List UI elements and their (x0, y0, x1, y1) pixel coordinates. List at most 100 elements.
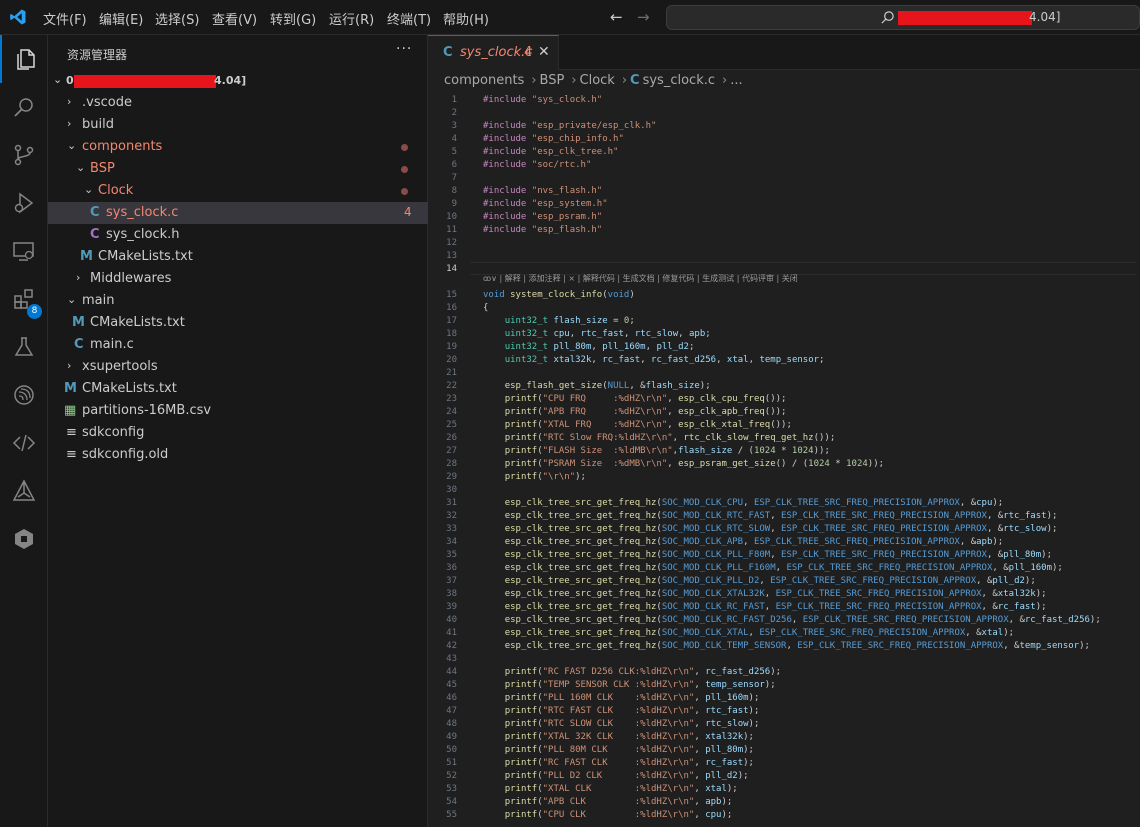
activity-espressif[interactable] (0, 371, 48, 419)
code-line[interactable]: 52 printf("PLL D2 CLK :%ldHZ\r\n", pll_d… (428, 770, 1140, 783)
menu-run[interactable]: 运行(R) (329, 9, 374, 28)
tree-item-partitions-csv[interactable]: ▦ partitions-16MB.csv (48, 400, 428, 422)
code-editor[interactable]: ꝏ∨ | 解释 | 添加注释 | × | 解释代码 | 生成文档 | 修复代码 … (428, 92, 1140, 827)
code-line[interactable]: 1 #include "sys_clock.h" (428, 94, 1140, 107)
code-line[interactable]: 31 esp_clk_tree_src_get_freq_hz(SOC_MOD_… (428, 497, 1140, 510)
tree-root-folder[interactable]: ⌄ 0 4.04] (48, 70, 428, 92)
activity-remote-explorer[interactable] (0, 227, 48, 275)
code-line[interactable]: 6 #include "soc/rtc.h" (428, 159, 1140, 172)
menu-selection[interactable]: 选择(S) (155, 9, 199, 28)
breadcrumb-clock[interactable]: Clock (580, 73, 615, 88)
code-line[interactable]: 49 printf("XTAL 32K CLK :%ldHZ\r\n", xta… (428, 731, 1140, 744)
code-line[interactable]: 43 (428, 653, 1140, 666)
code-line[interactable]: 24 printf("APB FRQ :%dHZ\r\n", esp_clk_a… (428, 406, 1140, 419)
close-icon[interactable]: ✕ (538, 44, 550, 60)
code-line[interactable]: 55 printf("CPU CLK :%ldHZ\r\n", cpu); (428, 809, 1140, 822)
code-line[interactable]: 23 printf("CPU FRQ :%dHZ\r\n", esp_clk_c… (428, 393, 1140, 406)
code-line[interactable]: 50 printf("PLL 80M CLK :%ldHZ\r\n", pll_… (428, 744, 1140, 757)
code-line[interactable]: 4 #include "esp_chip_info.h" (428, 133, 1140, 146)
code-line[interactable]: 28 printf("PSRAM Size :%dMB\r\n", esp_ps… (428, 458, 1140, 471)
code-line[interactable]: 29 printf("\r\n"); (428, 471, 1140, 484)
tree-item-main-cmakelists[interactable]: M CMakeLists.txt (48, 312, 428, 334)
breadcrumb-symbol[interactable]: ... (730, 73, 742, 88)
menu-help[interactable]: 帮助(H) (443, 9, 489, 28)
tree-item-xsupertools[interactable]: › xsupertools (48, 356, 428, 378)
activity-run-debug[interactable] (0, 179, 48, 227)
menu-terminal[interactable]: 终端(T) (387, 9, 431, 28)
code-line[interactable]: 21 (428, 367, 1140, 380)
code-line[interactable]: 16 { (428, 302, 1140, 315)
tree-item-components[interactable]: ⌄ components (48, 136, 428, 158)
code-line[interactable]: 12 (428, 237, 1140, 250)
menu-go[interactable]: 转到(G) (270, 9, 316, 28)
code-line[interactable]: 27 printf("FLASH Size :%ldMB\r\n",flash_… (428, 445, 1140, 458)
menu-file[interactable]: 文件(F) (43, 9, 87, 28)
code-line[interactable]: 48 printf("RTC SLOW CLK :%ldHZ\r\n", rtc… (428, 718, 1140, 731)
code-line[interactable]: 8 #include "nvs_flash.h" (428, 185, 1140, 198)
breadcrumb-components[interactable]: components (444, 73, 524, 88)
code-line[interactable]: 19 uint32_t pll_80m, pll_160m, pll_d2; (428, 341, 1140, 354)
code-line[interactable]: 22 esp_flash_get_size(NULL, &flash_size)… (428, 380, 1140, 393)
tree-item-sdkconfig-old[interactable]: ≡ sdkconfig.old (48, 444, 428, 466)
editor-scrollbar[interactable] (1136, 92, 1140, 827)
code-line[interactable]: 26 printf("RTC Slow FRQ:%ldHZ\r\n", rtc_… (428, 432, 1140, 445)
tree-item-sys-clock-h[interactable]: C sys_clock.h (48, 224, 428, 246)
activity-extensions[interactable]: 8 (0, 275, 48, 323)
activity-search[interactable] (0, 83, 48, 131)
tree-item-sys-clock-c[interactable]: C sys_clock.c 4 (48, 202, 428, 224)
code-line[interactable]: 3 #include "esp_private/esp_clk.h" (428, 120, 1140, 133)
code-line[interactable]: 51 printf("RC FAST CLK :%ldHZ\r\n", rc_f… (428, 757, 1140, 770)
code-line[interactable]: 17 uint32_t flash_size = 0; (428, 315, 1140, 328)
breadcrumb-bsp[interactable]: BSP (540, 73, 565, 88)
code-line[interactable]: 2 (428, 107, 1140, 120)
code-line[interactable]: 40 esp_clk_tree_src_get_freq_hz(SOC_MOD_… (428, 614, 1140, 627)
tab-sys-clock-c[interactable]: C sys_clock.c 4 ✕ (428, 35, 559, 70)
code-line[interactable]: 5 #include "esp_clk_tree.h" (428, 146, 1140, 159)
code-line[interactable]: 42 esp_clk_tree_src_get_freq_hz(SOC_MOD_… (428, 640, 1140, 653)
activity-source-control[interactable] (0, 131, 48, 179)
code-line[interactable]: 34 esp_clk_tree_src_get_freq_hz(SOC_MOD_… (428, 536, 1140, 549)
activity-cmake[interactable] (0, 467, 48, 515)
activity-testing[interactable] (0, 323, 48, 371)
code-line[interactable]: 44 printf("RC FAST D256 CLK:%ldHZ\r\n", … (428, 666, 1140, 679)
code-line[interactable]: 20 uint32_t xtal32k, rc_fast, rc_fast_d2… (428, 354, 1140, 367)
tree-item-build[interactable]: › build (48, 114, 428, 136)
vscode-logo-icon[interactable] (9, 8, 27, 26)
more-actions-icon[interactable]: ··· (396, 41, 412, 57)
tree-item-main[interactable]: ⌄ main (48, 290, 428, 312)
code-line[interactable]: 9 #include "esp_system.h" (428, 198, 1140, 211)
tree-item-middlewares[interactable]: › Middlewares (48, 268, 428, 290)
activity-docker[interactable] (0, 515, 48, 563)
code-line[interactable]: 47 printf("RTC FAST CLK :%ldHZ\r\n", rtc… (428, 705, 1140, 718)
code-line[interactable]: 35 esp_clk_tree_src_get_freq_hz(SOC_MOD_… (428, 549, 1140, 562)
code-line[interactable]: 54 printf("APB CLK :%ldHZ\r\n", apb); (428, 796, 1140, 809)
code-line[interactable]: 46 printf("PLL 160M CLK :%ldHZ\r\n", pll… (428, 692, 1140, 705)
tree-item-vscode[interactable]: › .vscode (48, 92, 428, 114)
menu-view[interactable]: 查看(V) (212, 9, 257, 28)
tree-item-sdkconfig[interactable]: ≡ sdkconfig (48, 422, 428, 444)
breadcrumb-file[interactable]: sys_clock.c (643, 73, 715, 88)
back-arrow-icon[interactable]: ← (610, 8, 623, 26)
code-line[interactable]: 45 printf("TEMP SENSOR CLK :%ldHZ\r\n", … (428, 679, 1140, 692)
forward-arrow-icon[interactable]: → (637, 8, 650, 26)
tree-item-main-c[interactable]: C main.c (48, 334, 428, 356)
tree-item-bsp-cmakelists[interactable]: M CMakeLists.txt (48, 246, 428, 268)
code-line[interactable]: 15 void system_clock_info(void) (428, 289, 1140, 302)
code-line[interactable]: 38 esp_clk_tree_src_get_freq_hz(SOC_MOD_… (428, 588, 1140, 601)
code-line[interactable]: 10 #include "esp_psram.h" (428, 211, 1140, 224)
menu-edit[interactable]: 编辑(E) (99, 9, 143, 28)
code-line[interactable]: 32 esp_clk_tree_src_get_freq_hz(SOC_MOD_… (428, 510, 1140, 523)
code-line[interactable]: 18 uint32_t cpu, rtc_fast, rtc_slow, apb… (428, 328, 1140, 341)
code-line[interactable]: 41 esp_clk_tree_src_get_freq_hz(SOC_MOD_… (428, 627, 1140, 640)
tree-item-root-cmakelists[interactable]: M CMakeLists.txt (48, 378, 428, 400)
tree-item-clock[interactable]: ⌄ Clock (48, 180, 428, 202)
code-line[interactable]: 11 #include "esp_flash.h" (428, 224, 1140, 237)
code-line[interactable]: 33 esp_clk_tree_src_get_freq_hz(SOC_MOD_… (428, 523, 1140, 536)
tree-item-bsp[interactable]: ⌄ BSP (48, 158, 428, 180)
code-line[interactable]: 30 (428, 484, 1140, 497)
code-line[interactable]: 7 (428, 172, 1140, 185)
code-line[interactable]: 14 (428, 263, 1140, 276)
code-line[interactable]: 25 printf("XTAL FRQ :%dHZ\r\n", esp_clk_… (428, 419, 1140, 432)
code-line[interactable]: 53 printf("XTAL CLK :%ldHZ\r\n", xtal); (428, 783, 1140, 796)
code-line[interactable]: 39 esp_clk_tree_src_get_freq_hz(SOC_MOD_… (428, 601, 1140, 614)
